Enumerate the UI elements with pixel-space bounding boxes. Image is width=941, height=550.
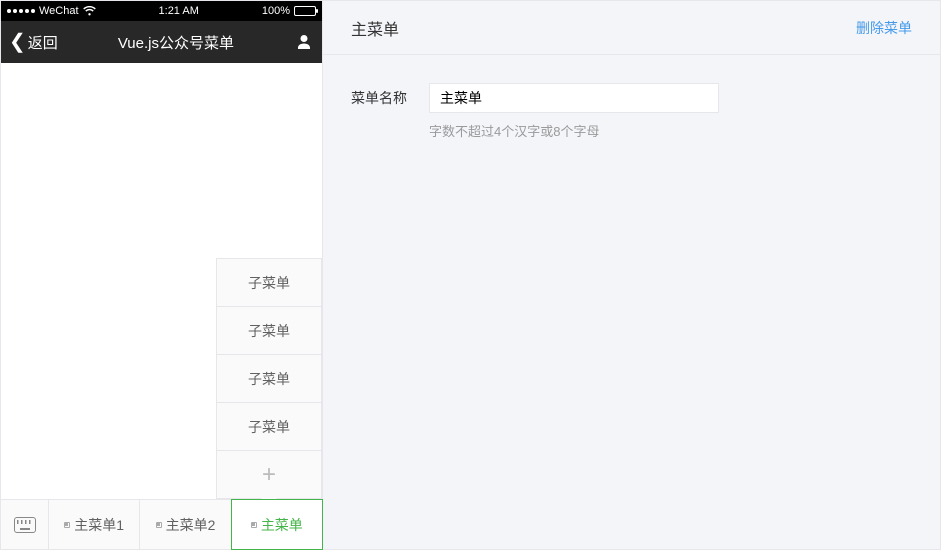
submenu-indicator-icon xyxy=(64,522,70,528)
wifi-icon xyxy=(83,6,96,16)
menu-name-input[interactable] xyxy=(429,83,719,113)
submenu-item[interactable]: 子菜单 xyxy=(216,258,322,307)
bottom-menu-item[interactable]: 主菜单 xyxy=(231,499,323,550)
back-label: 返回 xyxy=(28,32,58,53)
editor-panel: 主菜单 删除菜单 菜单名称 字数不超过4个汉字或8个字母 xyxy=(323,1,940,549)
menu-name-hint: 字数不超过4个汉字或8个字母 xyxy=(429,121,912,140)
bottom-bar: 主菜单1 主菜单2 主菜单 xyxy=(1,499,322,549)
keyboard-toggle[interactable] xyxy=(1,500,49,549)
bottom-menu-label: 主菜单 xyxy=(261,515,303,535)
keyboard-icon xyxy=(14,517,36,533)
editor-title: 主菜单 xyxy=(351,16,399,40)
chevron-left-icon: ❮ xyxy=(9,32,26,52)
submenu-item[interactable]: 子菜单 xyxy=(216,354,322,403)
phone-preview: WeChat 1:21 AM 100% ❮ 返回 Vue.js公众号菜单 xyxy=(1,1,323,549)
menu-name-label: 菜单名称 xyxy=(351,88,411,108)
nav-title: Vue.js公众号菜单 xyxy=(118,32,234,53)
status-time: 1:21 AM xyxy=(159,5,199,17)
submenu-item[interactable]: 子菜单 xyxy=(216,402,322,451)
bottom-menu-item[interactable]: 主菜单1 xyxy=(49,500,140,549)
preview-body: 子菜单子菜单子菜单子菜单+ xyxy=(1,63,322,499)
signal-dots-icon xyxy=(7,9,35,13)
nav-bar: ❮ 返回 Vue.js公众号菜单 xyxy=(1,21,322,63)
submenu-item[interactable]: 子菜单 xyxy=(216,306,322,355)
back-button[interactable]: ❮ 返回 xyxy=(9,32,58,53)
submenu-list: 子菜单子菜单子菜单子菜单+ xyxy=(216,259,322,499)
user-icon[interactable] xyxy=(294,32,314,52)
bottom-menu-label: 主菜单2 xyxy=(166,515,216,535)
status-bar: WeChat 1:21 AM 100% xyxy=(1,1,322,21)
editor-header: 主菜单 删除菜单 xyxy=(323,1,940,55)
submenu-indicator-icon xyxy=(156,522,162,528)
battery-pct: 100% xyxy=(262,5,290,17)
delete-menu-link[interactable]: 删除菜单 xyxy=(856,18,912,38)
battery-icon xyxy=(294,6,316,16)
bottom-menu-label: 主菜单1 xyxy=(74,515,124,535)
bottom-menu-item[interactable]: 主菜单2 xyxy=(140,500,231,549)
submenu-indicator-icon xyxy=(251,522,257,528)
carrier-label: WeChat xyxy=(39,5,79,17)
